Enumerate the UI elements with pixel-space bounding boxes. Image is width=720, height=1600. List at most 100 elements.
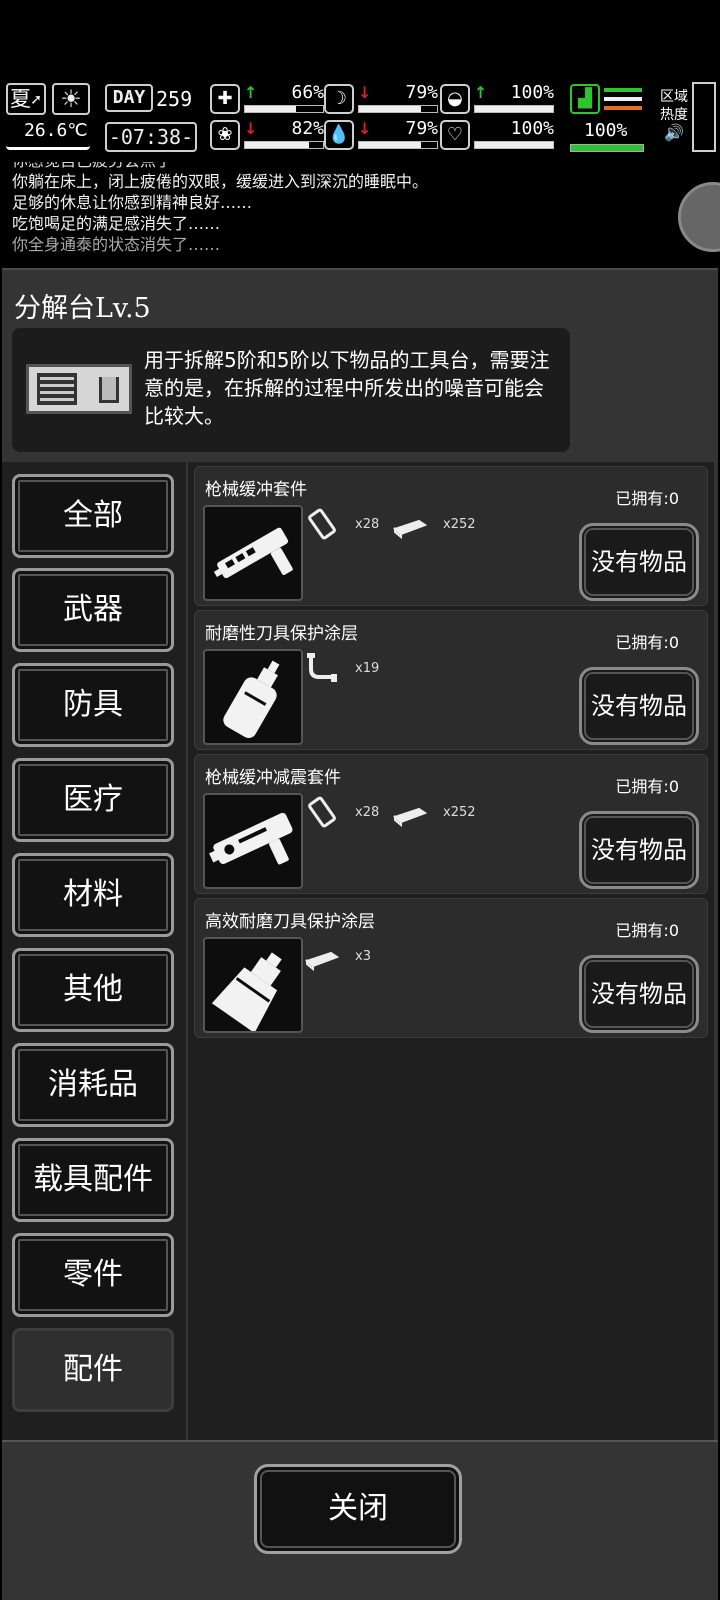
category-parts[interactable]: 零件 [12,1233,174,1317]
workbench-icon [26,364,132,414]
category-medical[interactable]: 医疗 [12,758,174,842]
category-weapon[interactable]: 武器 [12,568,174,652]
category-consumable[interactable]: 消耗品 [12,1043,174,1127]
log-line: 足够的休息让你感到精神良好…… [12,193,253,212]
plate-icon [308,796,336,828]
category-armor[interactable]: 防具 [12,663,174,747]
stamina-stripes [604,88,642,115]
stat-down-arrow-icon: ↓ [358,83,372,102]
season-label: 夏 [10,87,31,111]
log-line: 吃饱喝足的满足感消失了…… [12,214,221,233]
panel-title: 分解台Lv.5 [14,293,151,324]
description-text: 用于拆解5阶和5阶以下物品的工具台，需要注意的是，在拆解的过程中所发出的噪音可能… [144,348,550,428]
metal-bar-icon [305,951,339,972]
stamina-bar [570,144,644,152]
stat-mental: ❀ ↓ 82% [210,118,328,152]
gun-buffer-kit-icon [203,505,303,601]
owned-count: 已拥有:0 [615,633,679,652]
workbench-description: 用于拆解5阶和5阶以下物品的工具台，需要注意的是，在拆解的过程中所发出的噪音可能… [12,328,570,452]
brain-icon: ❀ [210,120,240,150]
water-drop-icon: 💧 [324,120,354,150]
metal-bar-icon [393,807,427,828]
season-indicator: 夏 ➚ [6,83,46,115]
list-item: 枪械缓冲套件 x28 x252 已拥有:0 没有物品 [194,466,708,606]
disassembly-panel: 分解台Lv.5 用于拆解5阶和5阶以下物品的工具台，需要注意的是，在拆解的过程中… [2,268,718,1600]
stat-mask-bar [474,105,554,113]
message-log[interactable]: 你感觉自己疲劳会点了 你躺在床上，闭上疲倦的双眼，缓缓进入到深沉的睡眠中。 足够… [0,162,720,262]
item-name: 高效耐磨刀具保护涂层 [205,912,375,932]
spray-bottle-icon [203,649,303,745]
stat-mood: ♡ 100% [440,118,558,152]
material-qty: x252 [443,517,476,532]
material-qty: x28 [355,517,380,532]
stamina-percent: 100% [584,120,628,141]
item-name: 耐磨性刀具保护涂层 [205,624,358,644]
stat-mask: ◒ ↑ 100% [440,82,558,116]
stat-thirst-percent: 79% [405,118,438,139]
heart-icon: ♡ [440,120,470,150]
day-counter: 259 [156,87,193,111]
stat-hunger-bar [358,105,438,113]
material-qty: x28 [355,805,380,820]
log-line: 你全身通泰的状态消失了…… [12,235,221,254]
stat-hunger: ☽ ↓ 79% [324,82,442,116]
item-name: 枪械缓冲减震套件 [205,768,341,788]
category-accessories[interactable]: 配件 [12,1328,174,1412]
coating-can-icon [203,937,303,1033]
list-item: 耐磨性刀具保护涂层 x19 已拥有:0 没有物品 [194,610,708,750]
game-clock: -07:38- [105,122,197,152]
season-arrow-icon: ➚ [30,92,42,108]
zone-label: 区域 [660,89,688,105]
stat-down-arrow-icon: ↓ [358,119,372,138]
plate-icon [308,508,336,540]
stat-mental-bar [244,141,324,149]
owned-count: 已拥有:0 [615,489,679,508]
material-qty: x3 [355,949,371,964]
stamina-indicator: ▟ 100% [568,82,644,152]
heat-label: 热度 [660,107,688,123]
material-qty: x19 [355,661,380,676]
category-material[interactable]: 材料 [12,853,174,937]
stat-mental-percent: 82% [291,118,324,139]
boot-icon: ▟ [570,84,600,114]
category-all[interactable]: 全部 [12,474,174,558]
category-vehicle-parts[interactable]: 载具配件 [12,1138,174,1222]
owned-count: 已拥有:0 [615,777,679,796]
stat-mood-bar [474,141,554,149]
stat-thirst: 💧 ↓ 79% [324,118,442,152]
stomach-icon: ☽ [324,84,354,114]
speaker-icon[interactable]: 🔊 [656,124,692,142]
mask-icon: ◒ [440,84,470,114]
list-item: 枪械缓冲减震套件 x28 x252 已拥有:0 没有物品 [194,754,708,894]
item-name: 枪械缓冲套件 [205,480,307,500]
panel-footer: 关闭 [2,1440,718,1600]
item-list: 枪械缓冲套件 x28 x252 已拥有:0 没有物品 耐磨性刀具保护涂层 x19… [188,462,714,1442]
owned-count: 已拥有:0 [615,921,679,940]
log-line: 你感觉自己疲劳会点了 [12,162,720,171]
stat-mask-percent: 100% [510,82,554,103]
log-line: 你躺在床上，闭上疲倦的双眼，缓缓进入到深沉的睡眠中。 [12,172,429,191]
list-item: 高效耐磨刀具保护涂层 x3 已拥有:0 没有物品 [194,898,708,1038]
disassemble-button[interactable]: 没有物品 [579,811,699,889]
medkit-icon: ✚ [210,84,240,114]
zone-heat[interactable]: 区域 热度 🔊 [656,88,692,142]
thermometer-icon [6,142,90,150]
pipe-fitting-icon [307,653,337,682]
metal-bar-icon [393,519,427,540]
stat-up-arrow-icon: ↑ [244,83,258,102]
sun-icon: ☀ [52,83,90,115]
stat-thirst-bar [358,141,438,149]
stat-mood-percent: 100% [510,118,554,139]
stat-health-bar [244,105,324,113]
disassemble-button[interactable]: 没有物品 [579,523,699,601]
stat-down-arrow-icon: ↓ [244,119,258,138]
category-sidebar: 全部 武器 防具 医疗 材料 其他 消耗品 载具配件 零件 配件 [2,462,186,1442]
close-button[interactable]: 关闭 [254,1464,462,1554]
gun-shock-kit-icon [203,793,303,889]
disassemble-button[interactable]: 没有物品 [579,667,699,745]
stat-health-percent: 66% [291,82,324,103]
zone-heat-meter [692,82,716,152]
category-other[interactable]: 其他 [12,948,174,1032]
temperature-readout: 26.6℃ [24,120,88,141]
disassemble-button[interactable]: 没有物品 [579,955,699,1033]
